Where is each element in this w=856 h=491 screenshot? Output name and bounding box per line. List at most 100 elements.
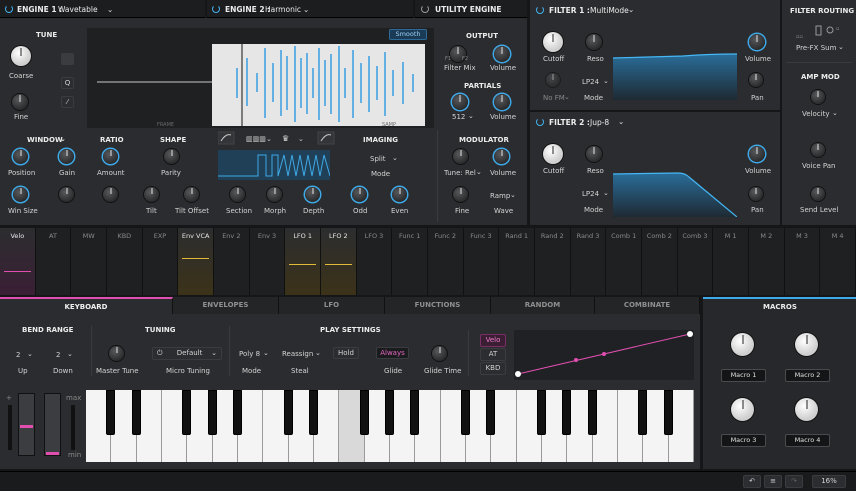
send-level-knob[interactable] (811, 187, 825, 201)
tilt-knob[interactable] (144, 187, 159, 202)
mod-tune-knob[interactable] (453, 149, 468, 164)
mod-source-m-1[interactable]: M 1 (713, 228, 749, 295)
position-knob[interactable] (13, 149, 28, 164)
fine-knob[interactable] (12, 94, 28, 110)
macro2-knob[interactable] (795, 333, 818, 356)
partials-knob[interactable] (452, 94, 468, 110)
curve-at-button[interactable]: AT (480, 348, 506, 361)
window-mod-knob[interactable] (59, 187, 74, 202)
black-key[interactable] (587, 390, 597, 435)
amp-mod-knob[interactable] (811, 90, 825, 104)
macro1-knob[interactable] (731, 333, 754, 356)
filter2-type[interactable]: Jup-8 (590, 118, 609, 127)
odd-knob[interactable] (352, 187, 367, 202)
f1-fm-select[interactable]: No FM (543, 94, 565, 102)
amp-mod-select[interactable]: Velocity (802, 110, 829, 118)
filter2-power-icon[interactable] (536, 118, 544, 126)
tab-keyboard[interactable]: KEYBOARD (0, 297, 173, 314)
even-knob[interactable] (392, 187, 407, 202)
output-volume-knob[interactable] (494, 46, 510, 62)
imaging-mode-select[interactable]: Split (370, 155, 386, 163)
black-key[interactable] (233, 390, 242, 435)
engine2-power-icon[interactable] (212, 5, 220, 13)
tab-random[interactable]: RANDOM (491, 297, 595, 314)
routing-select[interactable]: Pre-FX Sum (796, 44, 836, 52)
tilt-offset-knob[interactable] (184, 187, 199, 202)
mod-source-env-3[interactable]: Env 3 (249, 228, 286, 295)
mod-source-func-3[interactable]: Func 3 (463, 228, 500, 295)
mod-source-exp[interactable]: EXP (142, 228, 179, 295)
f1-cutoff-knob[interactable] (543, 32, 563, 52)
bend-down-select[interactable]: 2 (56, 351, 60, 359)
bend-up-select[interactable]: 2 (16, 351, 20, 359)
wavetable-display[interactable]: FRAME SAMP Smooth (87, 28, 434, 128)
f1-reso-knob[interactable] (586, 34, 602, 50)
macro1-label[interactable]: Macro 1 (721, 369, 766, 382)
gain-knob[interactable] (59, 149, 74, 164)
pencil-icon[interactable]: ⁄ (61, 96, 74, 108)
mod-source-func-1[interactable]: Func 1 (392, 228, 428, 295)
engine2-header[interactable]: ENGINE 2 : Harmonic ⌄ (207, 0, 413, 18)
white-key[interactable] (491, 390, 517, 462)
menu-icon[interactable]: ≡ (764, 475, 782, 488)
tab-lfo[interactable]: LFO (279, 297, 385, 314)
f2-response-graph[interactable] (612, 142, 738, 218)
master-tune-knob[interactable] (109, 346, 124, 361)
black-key[interactable] (309, 390, 318, 435)
f2-pan-knob[interactable] (749, 187, 763, 201)
voice-pan-knob[interactable] (811, 143, 825, 157)
ratio-mod-knob[interactable] (103, 187, 118, 202)
parity-knob[interactable] (164, 149, 179, 164)
piano-keyboard[interactable] (86, 390, 694, 462)
f1-mode-select[interactable]: LP24 (582, 78, 599, 86)
steal-select[interactable]: Reassign (282, 350, 313, 358)
morph-knob[interactable] (267, 187, 282, 202)
tab-envelopes[interactable]: ENVELOPES (173, 297, 279, 314)
mod-source-comb-3[interactable]: Comb 3 (677, 228, 714, 295)
mod-source-m-2[interactable]: M 2 (749, 228, 785, 295)
mod-source-comb-1[interactable]: Comb 1 (606, 228, 642, 295)
ratio-amount-knob[interactable] (103, 149, 118, 164)
glide-mode-button[interactable]: Always (376, 347, 409, 359)
mod-source-lfo-3[interactable]: LFO 3 (356, 228, 393, 295)
depth-knob[interactable] (305, 187, 320, 202)
black-key[interactable] (182, 390, 192, 435)
velocity-curve-graph[interactable] (514, 330, 694, 380)
glide-time-knob[interactable] (432, 346, 447, 361)
black-key[interactable] (638, 390, 648, 435)
macro4-label[interactable]: Macro 4 (785, 434, 830, 447)
utility-header[interactable]: UTILITY ENGINE (415, 0, 527, 18)
black-key[interactable] (410, 390, 420, 435)
engine1-type[interactable]: Wavetable (58, 5, 98, 14)
black-key[interactable] (461, 390, 470, 435)
engine1-power-icon[interactable] (5, 5, 13, 13)
macro3-label[interactable]: Macro 3 (721, 434, 766, 447)
macro3-knob[interactable] (731, 398, 754, 421)
macro4-knob[interactable] (795, 398, 818, 421)
curve-kbd-button[interactable]: KBD (480, 362, 506, 375)
mod-source-kbd[interactable]: KBD (107, 228, 143, 295)
smooth-button[interactable]: Smooth (389, 29, 427, 40)
black-key[interactable] (663, 390, 673, 435)
f1-fm-knob[interactable] (546, 73, 560, 87)
filter1-type[interactable]: MultiMode (590, 6, 629, 15)
redo-icon[interactable]: ↷ (785, 475, 803, 488)
coarse-knob[interactable] (11, 46, 31, 66)
filter1-power-icon[interactable] (536, 6, 544, 14)
mod-source-at[interactable]: AT (35, 228, 72, 295)
f2-mode-select[interactable]: LP24 (582, 190, 599, 198)
black-key[interactable] (283, 390, 293, 435)
f1-volume-knob[interactable] (749, 34, 765, 50)
utility-power-icon[interactable] (421, 5, 429, 13)
black-key[interactable] (537, 390, 546, 435)
mod-source-m-3[interactable]: M 3 (784, 228, 821, 295)
piano-icon[interactable] (61, 53, 74, 65)
mod-source-func-2[interactable]: Func 2 (428, 228, 464, 295)
undo-icon[interactable]: ↶ (743, 475, 761, 488)
hold-button[interactable]: Hold (333, 347, 359, 359)
white-key[interactable] (415, 390, 441, 462)
micro-tuning-select[interactable]: ⏻ Default ⌄ (152, 347, 222, 360)
black-key[interactable] (486, 390, 496, 435)
partials-volume-knob[interactable] (494, 94, 510, 110)
f2-volume-knob[interactable] (749, 146, 765, 162)
